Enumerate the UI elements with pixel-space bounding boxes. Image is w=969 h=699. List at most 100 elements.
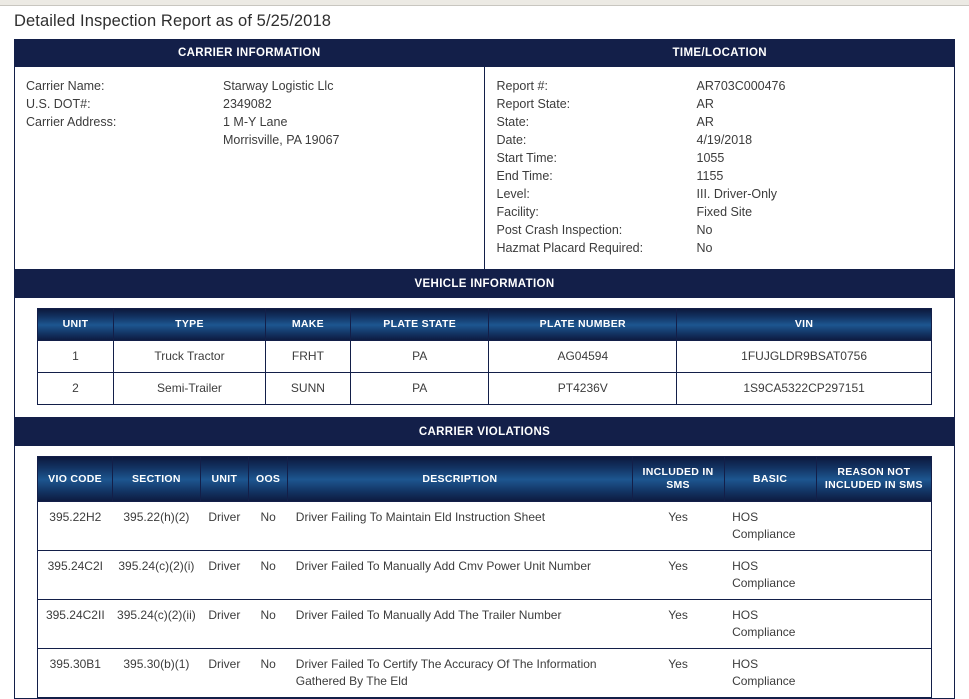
violations-table-row: 395.22H2395.22(h)(2)DriverNoDriver Faili… bbox=[38, 502, 932, 551]
cell-oos: No bbox=[248, 649, 287, 698]
cell-vio-code: 395.24C2I bbox=[38, 551, 113, 600]
cell-reason-not-included bbox=[816, 551, 931, 600]
time-location-panel: Report #:AR703C000476Report State:ARStat… bbox=[485, 67, 955, 269]
time-location-value: 4/19/2018 bbox=[697, 131, 753, 149]
cell-make: FRHT bbox=[265, 341, 350, 373]
cell-section: 395.24(c)(2)(ii) bbox=[113, 600, 201, 649]
cell-type: Truck Tractor bbox=[113, 341, 265, 373]
time-location-field: Start Time:1055 bbox=[497, 149, 955, 167]
cell-plate-number: AG04594 bbox=[489, 341, 677, 373]
cell-description: Driver Failed To Manually Add The Traile… bbox=[288, 600, 632, 649]
column-header: INCLUDED IN SMS bbox=[632, 457, 724, 502]
time-location-value: AR bbox=[697, 95, 714, 113]
time-location-value: III. Driver-Only bbox=[697, 185, 778, 203]
cell-included-in-sms: Yes bbox=[632, 502, 724, 551]
cell-basic: HOS Compliance bbox=[724, 551, 816, 600]
report-body: CARRIER INFORMATION TIME/LOCATION Carrie… bbox=[14, 39, 955, 699]
cell-plate-state: PA bbox=[350, 373, 489, 405]
time-location-label: Date: bbox=[497, 131, 697, 149]
time-location-label: State: bbox=[497, 113, 697, 131]
cell-unit: Driver bbox=[200, 600, 248, 649]
cell-unit: 1 bbox=[38, 341, 114, 373]
info-panels: Carrier Name:Starway Logistic LlcU.S. DO… bbox=[14, 67, 955, 270]
violations-table-header-row: VIO CODESECTIONUNITOOSDESCRIPTIONINCLUDE… bbox=[38, 457, 932, 502]
carrier-information-panel: Carrier Name:Starway Logistic LlcU.S. DO… bbox=[15, 67, 485, 269]
time-location-label: Facility: bbox=[497, 203, 697, 221]
cell-description: Driver Failing To Maintain Eld Instructi… bbox=[288, 502, 632, 551]
violations-table-row: 395.24C2II395.24(c)(2)(ii)DriverNoDriver… bbox=[38, 600, 932, 649]
time-location-label: Level: bbox=[497, 185, 697, 203]
time-location-label: Post Crash Inspection: bbox=[497, 221, 697, 239]
cell-oos: No bbox=[248, 551, 287, 600]
cell-vio-code: 395.22H2 bbox=[38, 502, 113, 551]
cell-make: SUNN bbox=[265, 373, 350, 405]
cell-reason-not-included bbox=[816, 649, 931, 698]
column-header: BASIC bbox=[724, 457, 816, 502]
time-location-value: AR703C000476 bbox=[697, 77, 786, 95]
column-header: REASON NOT INCLUDED IN SMS bbox=[816, 457, 931, 502]
time-location-value: AR bbox=[697, 113, 714, 131]
vehicle-information-heading: VEHICLE INFORMATION bbox=[14, 270, 955, 298]
column-header: DESCRIPTION bbox=[288, 457, 632, 502]
cell-basic: HOS Compliance bbox=[724, 600, 816, 649]
carrier-info-value: 2349082 bbox=[223, 95, 272, 113]
time-location-label: Hazmat Placard Required: bbox=[497, 239, 697, 257]
cell-unit: Driver bbox=[200, 649, 248, 698]
time-location-label: Report State: bbox=[497, 95, 697, 113]
cell-section: 395.24(c)(2)(i) bbox=[113, 551, 201, 600]
cell-vin: 1FUJGLDR9BSAT0756 bbox=[677, 341, 932, 373]
column-header: UNIT bbox=[38, 309, 114, 341]
cell-vio-code: 395.24C2II bbox=[38, 600, 113, 649]
time-location-value: 1055 bbox=[697, 149, 725, 167]
page-title: Detailed Inspection Report as of 5/25/20… bbox=[0, 6, 969, 39]
violations-table-row: 395.24C2I395.24(c)(2)(i)DriverNoDriver F… bbox=[38, 551, 932, 600]
cell-plate-number: PT4236V bbox=[489, 373, 677, 405]
time-location-field: Report #:AR703C000476 bbox=[497, 77, 955, 95]
vehicle-information-table: UNITTYPEMAKEPLATE STATEPLATE NUMBERVIN 1… bbox=[37, 308, 932, 405]
cell-included-in-sms: Yes bbox=[632, 600, 724, 649]
cell-description: Driver Failed To Manually Add Cmv Power … bbox=[288, 551, 632, 600]
time-location-field: Level:III. Driver-Only bbox=[497, 185, 955, 203]
time-location-field: Report State:AR bbox=[497, 95, 955, 113]
carrier-information-heading: CARRIER INFORMATION bbox=[14, 46, 485, 60]
cell-vio-code: 395.30B1 bbox=[38, 649, 113, 698]
carrier-info-label: U.S. DOT#: bbox=[26, 95, 223, 113]
time-location-field: State:AR bbox=[497, 113, 955, 131]
carrier-info-field: Carrier Name:Starway Logistic Llc bbox=[26, 77, 484, 95]
cell-type: Semi-Trailer bbox=[113, 373, 265, 405]
time-location-label: Start Time: bbox=[497, 149, 697, 167]
column-header: UNIT bbox=[200, 457, 248, 502]
cell-vin: 1S9CA5322CP297151 bbox=[677, 373, 932, 405]
column-header: VIN bbox=[677, 309, 932, 341]
time-location-value: No bbox=[697, 239, 713, 257]
time-location-field: Facility:Fixed Site bbox=[497, 203, 955, 221]
carrier-info-value: 1 M-Y Lane Morrisville, PA 19067 bbox=[223, 113, 340, 149]
carrier-time-banner: CARRIER INFORMATION TIME/LOCATION bbox=[14, 39, 955, 67]
inspection-report-page: Detailed Inspection Report as of 5/25/20… bbox=[0, 0, 969, 653]
vehicle-table-row: 1Truck TractorFRHTPAAG045941FUJGLDR9BSAT… bbox=[38, 341, 932, 373]
time-location-value: Fixed Site bbox=[697, 203, 753, 221]
column-header: TYPE bbox=[113, 309, 265, 341]
column-header: SECTION bbox=[113, 457, 201, 502]
cell-unit: Driver bbox=[200, 502, 248, 551]
carrier-info-field: U.S. DOT#:2349082 bbox=[26, 95, 484, 113]
time-location-field: Post Crash Inspection:No bbox=[497, 221, 955, 239]
time-location-field: End Time:1155 bbox=[497, 167, 955, 185]
cell-unit: 2 bbox=[38, 373, 114, 405]
time-location-field: Hazmat Placard Required:No bbox=[497, 239, 955, 257]
carrier-violations-table: VIO CODESECTIONUNITOOSDESCRIPTIONINCLUDE… bbox=[37, 456, 932, 698]
carrier-info-field: Carrier Address:1 M-Y Lane Morrisville, … bbox=[26, 113, 484, 149]
time-location-value: No bbox=[697, 221, 713, 239]
time-location-heading: TIME/LOCATION bbox=[485, 46, 956, 60]
time-location-field: Date:4/19/2018 bbox=[497, 131, 955, 149]
cell-included-in-sms: Yes bbox=[632, 649, 724, 698]
cell-included-in-sms: Yes bbox=[632, 551, 724, 600]
cell-plate-state: PA bbox=[350, 341, 489, 373]
vehicle-information-container: UNITTYPEMAKEPLATE STATEPLATE NUMBERVIN 1… bbox=[14, 298, 955, 418]
column-header: PLATE STATE bbox=[350, 309, 489, 341]
cell-oos: No bbox=[248, 600, 287, 649]
cell-section: 395.22(h)(2) bbox=[113, 502, 201, 551]
time-location-value: 1155 bbox=[697, 167, 724, 185]
cell-basic: HOS Compliance bbox=[724, 502, 816, 551]
column-header: OOS bbox=[248, 457, 287, 502]
